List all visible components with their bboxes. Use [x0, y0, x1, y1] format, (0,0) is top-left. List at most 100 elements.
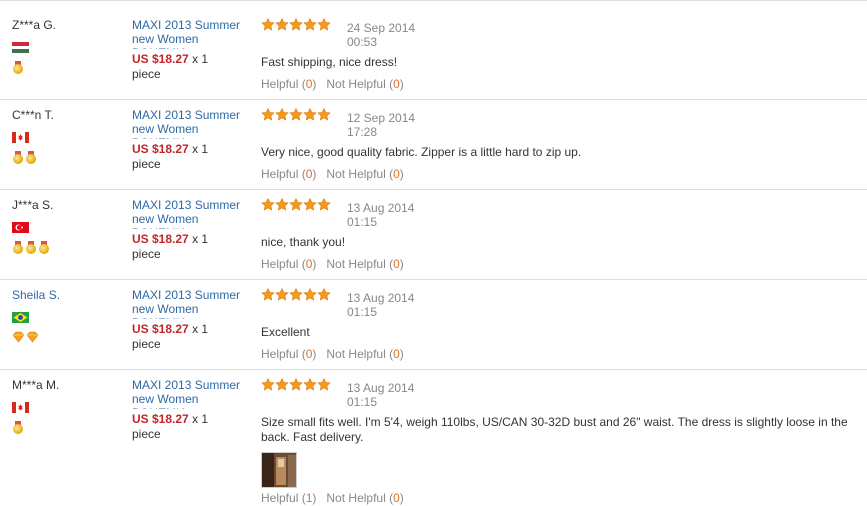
buyer-level-badges: [12, 241, 122, 255]
flag-canada-icon: [12, 402, 29, 413]
review-date-day: 13 Aug 2014: [347, 201, 415, 215]
diamond-icon: [26, 331, 39, 343]
helpful-votes: Helpful (0) Not Helpful (0): [261, 167, 404, 181]
review-text: nice, thank you!: [261, 235, 346, 249]
product-link[interactable]: MAXI 2013 Summer new Women BOHEMIA: [132, 18, 250, 49]
product-link[interactable]: MAXI 2013 Summer new Women BOHEMIA: [132, 378, 250, 409]
star-icon: [261, 17, 275, 31]
helpful-label: Helpful: [261, 491, 299, 505]
star-icon: [275, 17, 289, 31]
price-line: US $18.27 x 1 piece: [132, 322, 250, 352]
quantity: x 1: [192, 52, 209, 66]
product-link[interactable]: MAXI 2013 Summer new Women BOHEMIA: [132, 198, 250, 229]
quantity: x 1: [192, 322, 209, 336]
star-icon: [289, 287, 303, 301]
review-text: Fast shipping, nice dress!: [261, 55, 398, 69]
price-line: US $18.27 x 1 piece: [132, 412, 250, 442]
gold-medal-icon: [12, 241, 24, 254]
not-helpful-count: 0: [393, 257, 400, 271]
top-divider: [0, 0, 867, 1]
review-date: 13 Aug 2014 01:15: [347, 381, 437, 409]
star-icon: [303, 197, 317, 211]
not-helpful-count: 0: [393, 77, 400, 91]
review-time: 01:15: [347, 305, 378, 319]
helpful-count: 0: [305, 77, 313, 91]
star-icon: [261, 287, 275, 301]
review-content: 13 Aug 2014 01:15 Size small fits well. …: [261, 377, 861, 505]
review-date-day: 13 Aug 2014: [347, 381, 415, 395]
helpful-label: Helpful: [261, 347, 299, 361]
review-row: C***n T. MAXI 2013 Summer new Women BOHE…: [0, 99, 867, 190]
unit: piece: [132, 247, 161, 261]
unit: piece: [132, 67, 161, 81]
helpful-count: 0: [305, 167, 313, 181]
helpful-count: 0: [305, 347, 313, 361]
review-row: M***a M. MAXI 2013 Summer new Women BOHE…: [0, 369, 867, 506]
helpful-label: Helpful: [261, 77, 299, 91]
price-line: US $18.27 x 1 piece: [132, 232, 250, 262]
review-date: 24 Sep 2014 00:53: [347, 21, 437, 49]
price: US $18.27: [132, 52, 189, 66]
review-date: 13 Aug 2014 01:15: [347, 201, 437, 229]
product-link[interactable]: MAXI 2013 Summer new Women BOHEMIA: [132, 288, 250, 319]
review-date: 12 Sep 2014 17:28: [347, 111, 437, 139]
gold-medal-icon: [12, 61, 24, 74]
reviewer-name: J***a S.: [12, 198, 54, 212]
helpful-button[interactable]: Helpful (0): [261, 77, 316, 91]
helpful-votes: Helpful (1) Not Helpful (0): [261, 491, 404, 505]
star-icon: [317, 287, 331, 301]
not-helpful-button[interactable]: Not Helpful (0): [326, 491, 403, 505]
helpful-button[interactable]: Helpful (0): [261, 257, 316, 271]
star-rating: [261, 377, 331, 391]
review-time: 17:28: [347, 125, 378, 139]
reviewer-name[interactable]: Sheila S.: [12, 288, 122, 302]
quantity: x 1: [192, 142, 209, 156]
star-icon: [303, 377, 317, 391]
buyer-level-badges: [12, 151, 122, 165]
star-icon: [275, 107, 289, 121]
review-date: 13 Aug 2014 01:15: [347, 291, 437, 319]
reviewer-name: M***a M.: [12, 378, 60, 392]
not-helpful-button[interactable]: Not Helpful (0): [326, 77, 403, 91]
review-photo-thumbnail[interactable]: [261, 452, 297, 488]
helpful-votes: Helpful (0) Not Helpful (0): [261, 257, 404, 271]
review-time: 00:53: [347, 35, 378, 49]
helpful-count: 1: [305, 491, 313, 505]
star-icon: [275, 377, 289, 391]
helpful-button[interactable]: Helpful (0): [261, 167, 316, 181]
not-helpful-label: Not Helpful: [326, 347, 386, 361]
review-text: Size small fits well. I'm 5'4, weigh 110…: [261, 415, 848, 444]
not-helpful-label: Not Helpful: [326, 77, 386, 91]
quantity: x 1: [192, 232, 209, 246]
reviewer-name: Z***a G.: [12, 18, 57, 32]
review-date-day: 13 Aug 2014: [347, 291, 415, 305]
star-icon: [317, 107, 331, 121]
not-helpful-button[interactable]: Not Helpful (0): [326, 347, 403, 361]
star-icon: [289, 107, 303, 121]
flag-turkey-icon: [12, 222, 29, 233]
gold-medal-icon: [38, 241, 50, 254]
price-line: US $18.27 x 1 piece: [132, 142, 250, 172]
star-icon: [317, 197, 331, 211]
helpful-count: 0: [305, 257, 313, 271]
gold-medal-icon: [12, 421, 24, 434]
helpful-button[interactable]: Helpful (0): [261, 347, 316, 361]
flag-brazil-icon: [12, 312, 29, 323]
review-content: 13 Aug 2014 01:15 Excellent Helpful (0) N…: [261, 287, 861, 361]
flag-hungary-icon: [12, 42, 29, 53]
star-icon: [275, 197, 289, 211]
not-helpful-button[interactable]: Not Helpful (0): [326, 257, 403, 271]
price-line: US $18.27 x 1 piece: [132, 52, 250, 82]
star-icon: [261, 107, 275, 121]
helpful-button[interactable]: Helpful (1): [261, 491, 316, 505]
star-rating: [261, 287, 331, 301]
unit: piece: [132, 337, 161, 351]
review-date-day: 24 Sep 2014: [347, 21, 416, 35]
star-icon: [317, 17, 331, 31]
product-link[interactable]: MAXI 2013 Summer new Women BOHEMIA: [132, 108, 250, 139]
review-date-day: 12 Sep 2014: [347, 111, 416, 125]
star-icon: [261, 197, 275, 211]
review-time: 01:15: [347, 215, 378, 229]
not-helpful-button[interactable]: Not Helpful (0): [326, 167, 403, 181]
helpful-votes: Helpful (0) Not Helpful (0): [261, 347, 404, 361]
